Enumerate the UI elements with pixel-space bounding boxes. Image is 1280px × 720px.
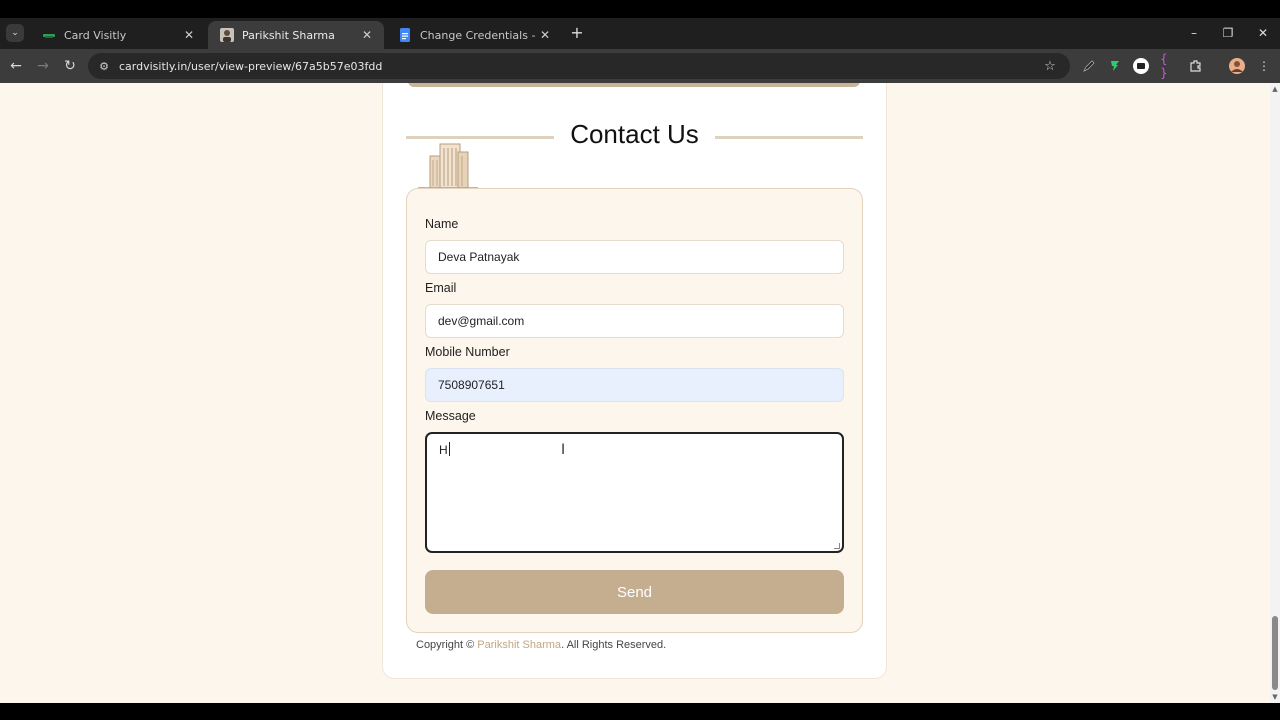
screen-bottom-bar: [0, 703, 1280, 720]
new-tab-plus-icon[interactable]: +: [568, 24, 586, 42]
tab-close-icon[interactable]: ✕: [538, 28, 552, 42]
tab-google-docs[interactable]: Change Credentials - Google Do ✕: [386, 21, 562, 49]
name-input[interactable]: Deva Patnayak: [425, 240, 844, 274]
send-button[interactable]: Send: [425, 570, 844, 614]
url-text[interactable]: cardvisitly.in/user/view-preview/67a5b57…: [119, 60, 1040, 73]
extensions-puzzle-icon[interactable]: [1187, 57, 1205, 75]
mobile-label: Mobile Number: [425, 345, 510, 359]
bookmark-star-icon[interactable]: ☆: [1040, 59, 1060, 74]
tab-parikshit-sharma[interactable]: Parikshit Sharma ✕: [208, 21, 384, 49]
email-label: Email: [425, 281, 457, 295]
close-window-icon[interactable]: ✕: [1248, 22, 1278, 44]
site-info-icon[interactable]: ⚙: [97, 59, 111, 73]
tab-close-icon[interactable]: ✕: [182, 28, 196, 42]
tab-card-visitly[interactable]: Card Visitly ✕: [30, 21, 206, 49]
screen-top-bar: [0, 0, 1280, 18]
text-cursor-ibeam-icon: Ι: [561, 442, 566, 458]
page-scrollbar[interactable]: ▲ ▼: [1270, 83, 1280, 703]
screen-extension-icon[interactable]: [1132, 57, 1150, 75]
tab-close-icon[interactable]: ✕: [360, 28, 374, 42]
browser-menu-icon[interactable]: ⋮: [1255, 57, 1273, 75]
card-visitly-favicon-icon: [43, 34, 55, 38]
reload-icon[interactable]: ↻: [60, 56, 80, 76]
text-caret: [448, 442, 450, 456]
copyright-footer: Copyright © Parikshit Sharma. All Rights…: [416, 639, 667, 651]
footer-owner-link[interactable]: Parikshit Sharma: [477, 639, 561, 651]
section-divider-strip: [408, 83, 860, 87]
tab-strip: ⌄ Card Visitly ✕ Parikshit Sharma ✕ Chan…: [0, 18, 1280, 49]
tab-title: Card Visitly: [64, 28, 127, 42]
profile-photo-favicon-icon: [220, 28, 234, 42]
minimize-icon[interactable]: –: [1179, 22, 1209, 44]
tab-search-chevron-down-icon[interactable]: ⌄: [6, 24, 24, 42]
profile-avatar-icon[interactable]: [1228, 57, 1246, 75]
page-viewport: Contact Us Name Deva Patnayak Email dev@…: [0, 83, 1270, 703]
message-textarea[interactable]: H: [425, 432, 844, 553]
tab-title: Parikshit Sharma: [242, 28, 335, 42]
braces-extension-icon[interactable]: { }: [1160, 52, 1178, 80]
email-input[interactable]: dev@gmail.com: [425, 304, 844, 338]
mobile-input[interactable]: 7508907651: [425, 368, 844, 402]
tab-title: Change Credentials - Google Do: [420, 28, 538, 42]
message-text: H: [439, 443, 448, 457]
scrollbar-thumb[interactable]: [1272, 616, 1278, 690]
textarea-resize-handle[interactable]: [834, 543, 840, 549]
back-arrow-icon[interactable]: ←: [6, 56, 26, 76]
pen-extension-icon[interactable]: [1080, 57, 1098, 75]
contact-form: Name Deva Patnayak Email dev@gmail.com M…: [406, 188, 863, 633]
message-label: Message: [425, 409, 476, 423]
restore-icon[interactable]: ❐: [1213, 22, 1243, 44]
scroll-down-arrow-icon[interactable]: ▼: [1271, 693, 1279, 701]
building-icon: [418, 143, 478, 189]
google-docs-favicon-icon: [400, 28, 410, 42]
address-bar[interactable]: ⚙ cardvisitly.in/user/view-preview/67a5b…: [88, 53, 1070, 79]
browser-toolbar: ← → ↻ ⚙ cardvisitly.in/user/view-preview…: [0, 49, 1280, 83]
green-extension-icon[interactable]: [1106, 57, 1124, 75]
name-label: Name: [425, 217, 459, 231]
scroll-up-arrow-icon[interactable]: ▲: [1271, 85, 1279, 93]
forward-arrow-icon[interactable]: →: [33, 56, 53, 76]
